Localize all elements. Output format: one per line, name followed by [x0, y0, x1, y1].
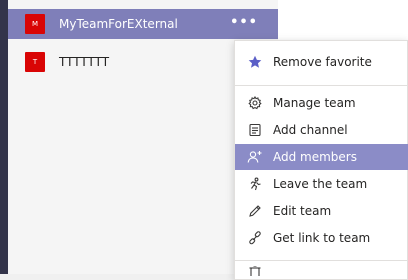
link-icon — [247, 230, 263, 246]
team-context-menu: Remove favorite Manage team Add channel — [234, 40, 408, 280]
menu-divider — [235, 260, 408, 261]
gear-icon — [247, 95, 263, 111]
partial-icon — [247, 266, 263, 276]
add-channel-icon — [247, 122, 263, 138]
menu-item-edit-team[interactable]: Edit team — [235, 198, 408, 224]
team-avatar: T — [25, 52, 45, 72]
team-avatar-letter: M — [31, 20, 39, 28]
pencil-icon — [247, 203, 263, 219]
more-options-icon[interactable]: ••• — [230, 16, 258, 29]
team-avatar-letter: T — [32, 58, 38, 66]
menu-item-add-members[interactable]: Add members — [235, 144, 408, 170]
menu-item-add-channel[interactable]: Add channel — [235, 117, 408, 143]
menu-item-label: Manage team — [273, 96, 356, 110]
team-row-myteamforexternal[interactable]: M MyTeamForEXternal ••• — [8, 9, 278, 39]
menu-item-manage-team[interactable]: Manage team — [235, 90, 408, 116]
menu-item-remove-favorite[interactable]: Remove favorite — [235, 49, 408, 75]
team-name: MyTeamForEXternal — [59, 17, 178, 31]
menu-divider — [235, 85, 408, 86]
menu-item-label: Get link to team — [273, 231, 371, 245]
menu-item-partial[interactable] — [235, 266, 408, 276]
team-name: TTTTTTT — [59, 55, 110, 69]
menu-item-label: Add channel — [273, 123, 348, 137]
star-icon — [247, 54, 263, 70]
menu-item-label: Remove favorite — [273, 55, 372, 69]
menu-item-label: Edit team — [273, 204, 332, 218]
app-rail — [0, 0, 8, 274]
add-person-icon — [247, 149, 263, 165]
menu-item-get-link[interactable]: Get link to team — [235, 225, 408, 251]
menu-item-label: Add members — [273, 150, 357, 164]
team-avatar: M — [25, 14, 45, 34]
menu-item-label: Leave the team — [273, 177, 368, 191]
leave-icon — [247, 176, 263, 192]
menu-item-leave-team[interactable]: Leave the team — [235, 171, 408, 197]
